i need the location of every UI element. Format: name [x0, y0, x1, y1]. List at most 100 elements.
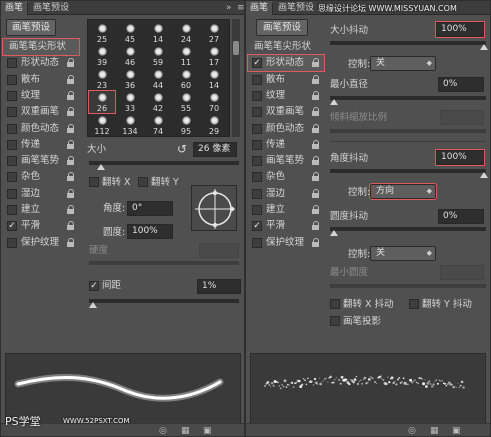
- sidebar-checkbox[interactable]: [7, 74, 17, 85]
- sidebar-item[interactable]: 保护纹理: [3, 235, 79, 251]
- sidebar-item[interactable]: 纹理: [248, 88, 324, 104]
- control-select-angle[interactable]: 方向 ◆: [369, 183, 437, 200]
- tab-brush[interactable]: 画笔: [246, 1, 273, 15]
- sidebar-item[interactable]: ✓ 形状动态: [247, 54, 325, 73]
- tab-brush-presets[interactable]: 画笔预设: [274, 1, 318, 15]
- sidebar-item[interactable]: 散布: [3, 72, 79, 88]
- lock-icon[interactable]: [67, 123, 75, 133]
- roundness-jitter-field[interactable]: 0%: [438, 209, 484, 224]
- sidebar-item[interactable]: 纹理: [3, 88, 79, 104]
- size-field[interactable]: 26 像素: [193, 142, 237, 157]
- lock-icon[interactable]: [67, 139, 75, 149]
- sidebar-item[interactable]: 画笔笔势: [3, 153, 79, 169]
- sidebar-checkbox[interactable]: [252, 188, 262, 199]
- brush-tip[interactable]: 45: [117, 22, 143, 44]
- brush-tip[interactable]: 27: [201, 22, 227, 44]
- sidebar-item[interactable]: 湿边: [3, 186, 79, 202]
- sidebar-checkbox[interactable]: ✓: [252, 58, 262, 69]
- sidebar-item[interactable]: 散布: [248, 72, 324, 88]
- brush-tip[interactable]: 46: [117, 45, 143, 67]
- brush-projection-checkbox[interactable]: [330, 316, 340, 326]
- min-roundness-field[interactable]: [440, 265, 484, 280]
- sidebar-checkbox[interactable]: [7, 172, 17, 183]
- lock-icon[interactable]: [67, 58, 75, 68]
- min-diameter-field[interactable]: 0%: [438, 77, 484, 92]
- sidebar-item[interactable]: 杂色: [248, 169, 324, 185]
- sidebar-checkbox[interactable]: [7, 139, 17, 150]
- lock-icon[interactable]: [67, 237, 75, 247]
- angle-jitter-slider[interactable]: [330, 169, 488, 178]
- sidebar-item[interactable]: 画笔笔势: [248, 153, 324, 169]
- new-brush-icon[interactable]: ▣: [203, 426, 212, 436]
- roundness-jitter-slider[interactable]: [330, 227, 486, 236]
- roundness-field[interactable]: 100%: [127, 224, 173, 239]
- sidebar-item[interactable]: ✓ 平滑: [3, 218, 79, 234]
- min-diameter-slider[interactable]: [330, 96, 486, 105]
- sidebar-checkbox[interactable]: ✓: [252, 221, 262, 232]
- lock-icon[interactable]: [312, 58, 320, 68]
- sidebar-item[interactable]: 形状动态: [3, 55, 79, 71]
- sidebar-item[interactable]: 建立: [248, 202, 324, 218]
- brush-tip[interactable]: 24: [173, 22, 199, 44]
- lock-icon[interactable]: [312, 139, 320, 149]
- tilt-scale-field[interactable]: [440, 110, 484, 125]
- brush-tip[interactable]: 14: [201, 68, 227, 90]
- brush-tip[interactable]: 33: [117, 91, 143, 113]
- brush-tip[interactable]: 29: [201, 114, 227, 136]
- brush-tip[interactable]: 74: [145, 114, 171, 136]
- brush-tip[interactable]: 14: [145, 22, 171, 44]
- sidebar-checkbox[interactable]: [252, 139, 262, 150]
- toggle-live-tip-icon[interactable]: ◎: [159, 426, 167, 436]
- tip-grid-scrollbar[interactable]: [232, 19, 240, 137]
- brush-presets-button[interactable]: 画笔预设: [6, 19, 56, 36]
- tab-brush[interactable]: 画笔: [1, 1, 28, 15]
- lock-icon[interactable]: [312, 188, 320, 198]
- sidebar-checkbox[interactable]: [7, 156, 17, 167]
- sidebar-checkbox[interactable]: [252, 123, 262, 134]
- sidebar-checkbox[interactable]: [7, 107, 17, 118]
- brush-tip[interactable]: 26: [88, 90, 116, 114]
- brush-tip[interactable]: 36: [117, 68, 143, 90]
- lock-icon[interactable]: [67, 221, 75, 231]
- lock-icon[interactable]: [312, 237, 320, 247]
- hardness-slider[interactable]: [89, 261, 239, 265]
- lock-icon[interactable]: [312, 221, 320, 231]
- sidebar-checkbox[interactable]: [252, 107, 262, 118]
- lock-icon[interactable]: [312, 90, 320, 100]
- lock-icon[interactable]: [67, 156, 75, 166]
- lock-icon[interactable]: [67, 107, 75, 117]
- sidebar-item[interactable]: 双重画笔: [3, 104, 79, 120]
- brush-tip[interactable]: 42: [145, 91, 171, 113]
- lock-icon[interactable]: [67, 74, 75, 84]
- sidebar-item[interactable]: 画笔笔尖形状: [2, 38, 80, 56]
- lock-icon[interactable]: [67, 205, 75, 214]
- size-jitter-field[interactable]: 100%: [435, 21, 485, 38]
- scroll-thumb[interactable]: [233, 41, 239, 55]
- sidebar-item[interactable]: 传递: [3, 137, 79, 153]
- sidebar-checkbox[interactable]: [7, 205, 17, 215]
- min-roundness-slider[interactable]: [330, 284, 486, 288]
- brush-tip[interactable]: 25: [89, 22, 115, 44]
- sidebar-item[interactable]: 传递: [248, 137, 324, 153]
- new-brush-icon[interactable]: ▣: [452, 426, 461, 436]
- angle-field[interactable]: 0°: [127, 201, 173, 216]
- tilt-scale-slider[interactable]: [330, 129, 486, 133]
- sidebar-checkbox[interactable]: [252, 205, 262, 215]
- brush-tip[interactable]: 95: [173, 114, 199, 136]
- sidebar-checkbox[interactable]: [7, 58, 17, 69]
- grid-icon[interactable]: ▦: [181, 426, 190, 436]
- sidebar-checkbox[interactable]: [252, 156, 262, 167]
- sidebar-item[interactable]: 湿边: [248, 186, 324, 202]
- sidebar-item[interactable]: 双重画笔: [248, 104, 324, 120]
- lock-icon[interactable]: [67, 172, 75, 182]
- lock-icon[interactable]: [312, 172, 320, 182]
- brush-tip[interactable]: 11: [173, 45, 199, 67]
- sidebar-checkbox[interactable]: [252, 237, 262, 248]
- brush-tip[interactable]: 60: [173, 68, 199, 90]
- sidebar-item[interactable]: 杂色: [3, 169, 79, 185]
- lock-icon[interactable]: [312, 205, 320, 214]
- sidebar-item[interactable]: ✓ 平滑: [248, 218, 324, 234]
- flip-y-jitter-checkbox[interactable]: [409, 299, 419, 309]
- brush-tip[interactable]: 112: [89, 114, 115, 136]
- sidebar-item[interactable]: 颜色动态: [3, 121, 79, 137]
